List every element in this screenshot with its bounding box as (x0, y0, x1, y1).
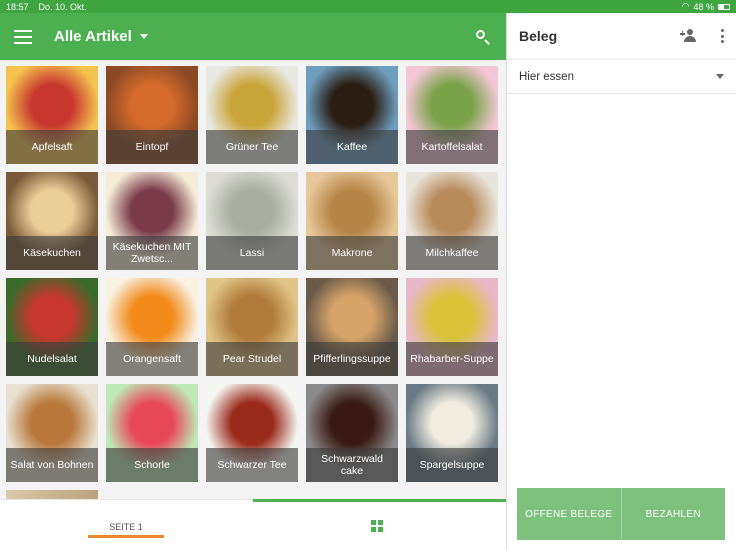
product-tile[interactable]: Orangensaft (106, 278, 198, 376)
battery-icon (718, 3, 730, 10)
product-label: Eintopf (106, 130, 198, 164)
product-tile[interactable]: Makrone (306, 172, 398, 270)
product-label: Apfelsaft (6, 130, 98, 164)
grid-view-icon[interactable] (371, 520, 383, 532)
battery-percent: 48 % (693, 1, 714, 12)
product-tile[interactable]: Nudelsalat (6, 278, 98, 376)
app-bar: Alle Artikel (0, 13, 506, 60)
product-tile[interactable]: Salat von Bohnen (6, 384, 98, 482)
product-tile[interactable]: Grüner Tee (206, 66, 298, 164)
product-label: Rhabarber-Suppe (406, 342, 498, 376)
page-title: Alle Artikel (54, 28, 132, 45)
product-tile[interactable]: Pfifferlingssuppe (306, 278, 398, 376)
product-label: Makrone (306, 236, 398, 270)
product-label: Pfifferlingssuppe (306, 342, 398, 376)
product-tile[interactable]: Schwarzer Tee (206, 384, 298, 482)
product-label: Nudelsalat (6, 342, 98, 376)
product-tile[interactable]: Rhabarber-Suppe (406, 278, 498, 376)
status-time: 18:57 (6, 1, 29, 12)
category-dropdown[interactable]: Alle Artikel (54, 28, 148, 45)
status-date: Do. 10. Okt. (38, 1, 87, 12)
product-label: Milchkaffee (406, 236, 498, 270)
receipt-title: Beleg (519, 28, 558, 44)
more-options-icon[interactable] (720, 29, 724, 43)
dining-option-select[interactable]: Hier essen (507, 60, 736, 94)
product-label: Pear Strudel (206, 342, 298, 376)
status-bar: 18:57 Do. 10. Okt. ◠ 48 % (0, 0, 736, 13)
receipt-header: Beleg (507, 13, 736, 60)
product-tile[interactable]: Schwarzwald cake (306, 384, 398, 482)
tab-page-1-indicator (88, 535, 164, 538)
product-tile[interactable]: Spargelsuppe (406, 384, 498, 482)
product-tile[interactable]: Pear Strudel (206, 278, 298, 376)
product-label: Schwarzer Tee (206, 448, 298, 482)
tab-page-1[interactable]: SEITE 1 (88, 522, 164, 532)
product-label: Orangensaft (106, 342, 198, 376)
open-receipts-button[interactable]: OFFENE BELEGE (517, 488, 621, 540)
product-label: Kartoffelsalat (406, 130, 498, 164)
product-label: Salat von Bohnen (6, 448, 98, 482)
product-label: Schorle (106, 448, 198, 482)
product-label: Lassi (206, 236, 298, 270)
menu-icon[interactable] (14, 29, 32, 44)
product-tile[interactable]: Eintopf (106, 66, 198, 164)
add-customer-icon[interactable] (680, 29, 698, 43)
product-label: Grüner Tee (206, 130, 298, 164)
chevron-down-icon (716, 74, 724, 79)
product-label: Käsekuchen (6, 236, 98, 270)
product-tile[interactable]: Schorle (106, 384, 198, 482)
product-tile[interactable]: Käsekuchen (6, 172, 98, 270)
product-tile[interactable]: Milchkaffee (406, 172, 498, 270)
product-tile[interactable]: Käsekuchen MIT Zwetsc... (106, 172, 198, 270)
receipt-actions: OFFENE BELEGE BEZAHLEN (517, 488, 725, 540)
product-label: Käsekuchen MIT Zwetsc... (106, 236, 198, 270)
search-icon[interactable] (474, 28, 492, 46)
bottom-accent-line (253, 499, 506, 502)
product-grid: Apfelsaft Eintopf Grüner Tee Kaffee Kartoffe… (6, 66, 498, 482)
product-label: Kaffee (306, 130, 398, 164)
product-tile[interactable]: Kaffee (306, 66, 398, 164)
product-tile[interactable]: Apfelsaft (6, 66, 98, 164)
product-label: Schwarzwald cake (306, 448, 398, 482)
receipt-panel: Beleg Hier essen OFFENE BELEGE BEZAHLEN (506, 13, 736, 550)
chevron-down-icon (139, 34, 148, 39)
bottom-bar: SEITE 1 (0, 499, 506, 550)
pay-button[interactable]: BEZAHLEN (620, 488, 726, 540)
product-tile[interactable]: Lassi (206, 172, 298, 270)
article-panel: Alle Artikel Apfelsaft Eintopf Grüner Tee K… (0, 13, 506, 550)
product-tile[interactable]: Kartoffelsalat (406, 66, 498, 164)
wifi-icon: ◠ (681, 1, 690, 11)
product-label: Spargelsuppe (406, 448, 498, 482)
dining-option-value: Hier essen (519, 70, 574, 83)
